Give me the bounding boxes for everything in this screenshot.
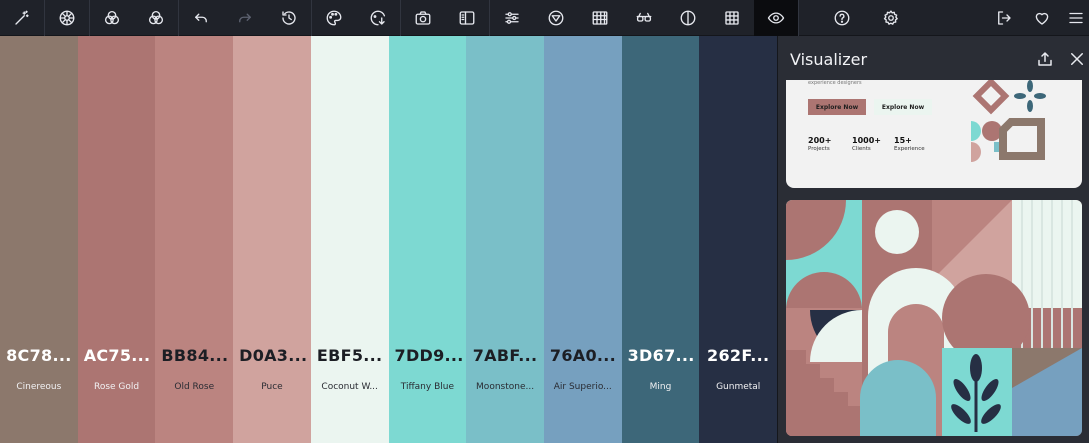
close-icon[interactable]: [1068, 50, 1086, 68]
stat-label: Experience: [894, 146, 925, 152]
stat-label: Clients: [852, 146, 871, 152]
color-blend-alt-icon[interactable]: [134, 0, 178, 36]
visualizer-panel: Visualizer experience designers Explore …: [777, 36, 1089, 443]
grid-table-icon[interactable]: [578, 0, 622, 36]
toolbar: [0, 0, 1089, 36]
contrast-icon[interactable]: [666, 0, 710, 36]
color-blend-icon[interactable]: [90, 0, 134, 36]
palette: 8C78... Cinereous AC75... Rose Gold BB84... O…: [0, 36, 778, 443]
swatch-color-name[interactable]: Puce: [233, 382, 311, 392]
help-icon[interactable]: [820, 0, 864, 36]
visualizer-title: Visualizer: [790, 50, 868, 69]
preview-shapes-illustration: [971, 80, 1046, 162]
color-swatch[interactable]: 76A0... Air Superio...: [543, 36, 622, 443]
preview-card-art[interactable]: [786, 200, 1082, 436]
swatch-color-name[interactable]: Coconut W...: [311, 382, 389, 392]
swatch-hex-code[interactable]: 7DD9...: [389, 346, 467, 365]
stat-projects: 200+ Projects: [808, 136, 831, 152]
swatch-hex-code[interactable]: 76A0...: [544, 346, 622, 365]
swatch-color-name[interactable]: Rose Gold: [78, 382, 156, 392]
stat-number: 200+: [808, 136, 832, 145]
swatch-hex-code[interactable]: BB84...: [155, 346, 233, 365]
grid-icon[interactable]: [710, 0, 754, 36]
color-swatch[interactable]: 262F... Gunmetal: [699, 36, 778, 443]
eye-icon[interactable]: [754, 0, 798, 36]
gear-icon[interactable]: [869, 0, 913, 36]
visualizer-header: Visualizer: [778, 36, 1089, 82]
upload-icon[interactable]: [1036, 50, 1054, 68]
color-swatch[interactable]: 7ABF... Moonstone...: [466, 36, 544, 443]
explore-now-button-primary: Explore Now: [808, 99, 866, 115]
toolbar-separator: [798, 0, 799, 36]
swatch-color-name[interactable]: Gunmetal: [699, 382, 777, 392]
preview-text: experience designers: [808, 80, 862, 86]
swatch-hex-code[interactable]: AC75...: [78, 346, 156, 365]
undo-icon[interactable]: [179, 0, 223, 36]
swatch-hex-code[interactable]: 8C78...: [0, 346, 78, 365]
heart-icon[interactable]: [1020, 0, 1064, 36]
color-swatch[interactable]: EBF5... Coconut W...: [310, 36, 389, 443]
swatch-color-name[interactable]: Air Superio...: [544, 382, 622, 392]
swatch-hex-code[interactable]: 262F...: [699, 346, 777, 365]
color-swatch[interactable]: D0A3... Puce: [233, 36, 311, 443]
camera-icon[interactable]: [401, 0, 445, 36]
color-swatch[interactable]: 8C78... Cinereous: [0, 36, 78, 443]
stat-label: Projects: [808, 146, 830, 152]
swatch-hex-code[interactable]: 3D67...: [622, 346, 700, 365]
color-swatch[interactable]: AC75... Rose Gold: [77, 36, 156, 443]
swatch-color-name[interactable]: Tiffany Blue: [389, 382, 467, 392]
glasses-icon[interactable]: [622, 0, 666, 36]
geometric-art-illustration: [786, 200, 1082, 436]
history-icon[interactable]: [267, 0, 311, 36]
app-root: 8C78... Cinereous AC75... Rose Gold BB84... O…: [0, 0, 1089, 443]
filter-icon[interactable]: [534, 0, 578, 36]
explore-now-button-secondary: Explore Now: [874, 99, 932, 115]
color-wheel-icon[interactable]: [45, 0, 89, 36]
swatch-hex-code[interactable]: D0A3...: [233, 346, 311, 365]
stat-number: 15+: [894, 136, 912, 145]
sliders-icon[interactable]: [490, 0, 534, 36]
preview-card-landing[interactable]: experience designers Explore Now Explore…: [786, 80, 1082, 188]
swatch-hex-code[interactable]: 7ABF...: [466, 346, 544, 365]
color-swatch[interactable]: 3D67... Ming: [621, 36, 700, 443]
stat-experience: 15+ Experience: [894, 136, 925, 152]
export-palette-icon[interactable]: [356, 0, 400, 36]
swatch-color-name[interactable]: Cinereous: [0, 382, 78, 392]
color-swatch[interactable]: BB84... Old Rose: [155, 36, 234, 443]
swatch-color-name[interactable]: Ming: [622, 382, 700, 392]
swatch-color-name[interactable]: Moonstone...: [466, 382, 544, 392]
menu-icon[interactable]: [1062, 0, 1089, 36]
stat-number: 1000+: [852, 136, 881, 145]
sidebar-panel-icon[interactable]: [445, 0, 489, 36]
swatch-color-name[interactable]: Old Rose: [155, 382, 233, 392]
palette-icon[interactable]: [312, 0, 356, 36]
redo-icon[interactable]: [223, 0, 267, 36]
swatch-hex-code[interactable]: EBF5...: [311, 346, 389, 365]
color-swatch[interactable]: 7DD9... Tiffany Blue: [388, 36, 467, 443]
stat-clients: 1000+ Clients: [852, 136, 881, 152]
magic-wand-icon[interactable]: [0, 0, 44, 36]
